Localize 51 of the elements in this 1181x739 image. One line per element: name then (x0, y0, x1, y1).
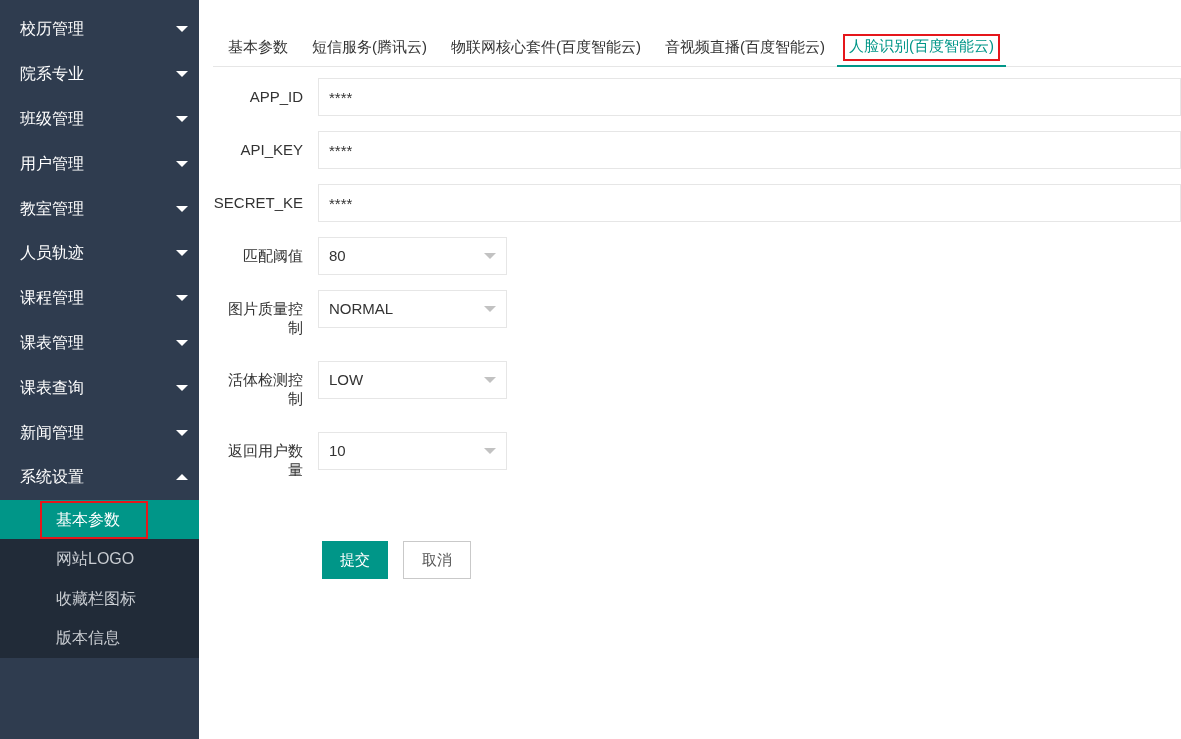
select-field[interactable]: LOW (318, 361, 507, 399)
tab[interactable]: 基本参数 (216, 28, 300, 67)
menu-item[interactable]: 班级管理 (0, 96, 199, 142)
input-field[interactable]: **** (318, 131, 1181, 169)
menu-item[interactable]: 课程管理 (0, 275, 199, 321)
menu-item[interactable]: 校历管理 (0, 7, 199, 52)
field-label: 返回用户数量 (227, 441, 304, 480)
field-label: API_KEY (239, 140, 304, 160)
caret-icon (176, 429, 188, 436)
caret-icon (176, 71, 188, 78)
menu-item[interactable]: 系统设置 (0, 454, 199, 500)
tab[interactable]: 音视频直播(百度智能云) (653, 28, 837, 67)
menu-item[interactable]: 用户管理 (0, 141, 199, 187)
caret-icon (484, 306, 496, 312)
tab[interactable]: 物联网核心套件(百度智能云) (439, 28, 653, 67)
submenu-item[interactable]: 基本参数 (0, 499, 199, 540)
tab[interactable]: 人脸识别(百度智能云) (837, 28, 1006, 67)
field-label: SECRET_KE (213, 193, 304, 213)
caret-icon (484, 377, 496, 383)
caret-icon (176, 474, 188, 481)
caret-icon (176, 250, 188, 257)
menu-item[interactable]: 课表查询 (0, 365, 199, 411)
input-field[interactable]: **** (318, 78, 1181, 116)
menu-item[interactable]: 教室管理 (0, 186, 199, 231)
menu-item[interactable]: 课表管理 (0, 320, 199, 366)
caret-icon (176, 26, 188, 33)
field-label: 图片质量控制 (227, 299, 304, 338)
caret-icon (176, 384, 188, 391)
select-field[interactable]: NORMAL (318, 290, 507, 328)
submenu-item[interactable]: 网站LOGO (0, 539, 199, 579)
caret-icon (484, 253, 496, 259)
submit-button[interactable]: 提交 (322, 541, 388, 579)
field-label: APP_ID (248, 87, 304, 107)
submenu-item[interactable]: 收藏栏图标 (0, 578, 199, 619)
select-field[interactable]: 80 (318, 237, 507, 275)
menu-item[interactable]: 新闻管理 (0, 410, 199, 455)
menu-item[interactable]: 院系专业 (0, 51, 199, 97)
submenu-item[interactable]: 版本信息 (0, 618, 199, 658)
field-label: 活体检测控制 (227, 370, 304, 409)
field-label: 匹配阈值 (242, 246, 304, 266)
menu-item[interactable]: 人员轨迹 (0, 231, 199, 276)
caret-icon (176, 116, 188, 122)
input-field[interactable]: **** (318, 184, 1181, 222)
caret-icon (176, 339, 188, 346)
caret-icon (484, 448, 496, 454)
caret-icon (176, 295, 188, 302)
tab[interactable]: 短信服务(腾讯云) (300, 28, 439, 67)
select-field[interactable]: 10 (318, 432, 507, 470)
caret-icon (176, 160, 188, 167)
caret-icon (176, 205, 188, 212)
cancel-button[interactable]: 取消 (403, 541, 471, 579)
